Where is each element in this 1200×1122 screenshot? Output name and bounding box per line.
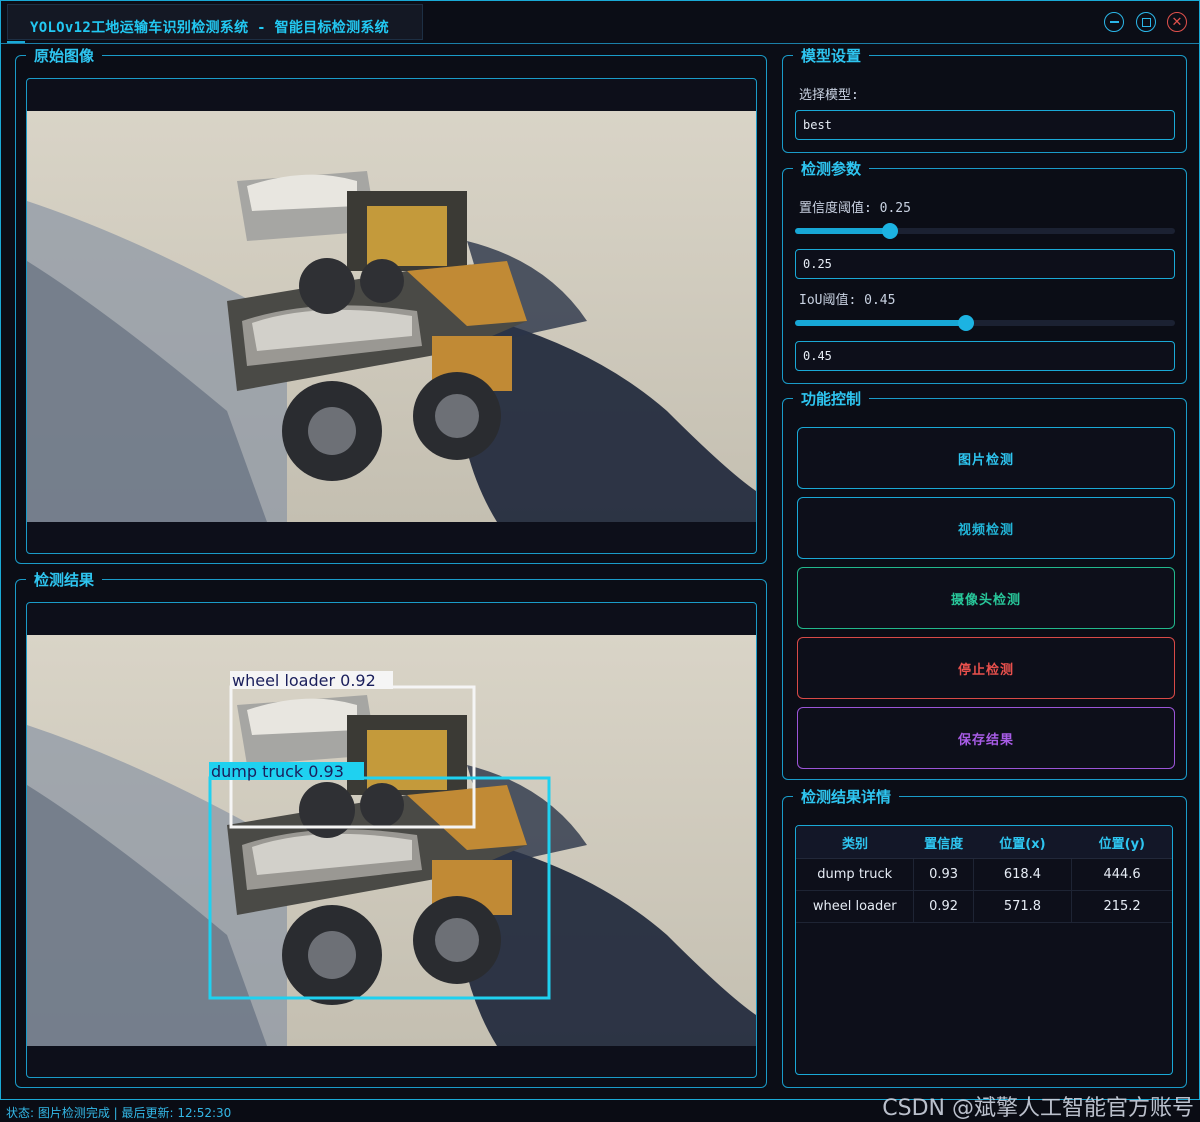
- function-control-title: 功能控制: [793, 389, 870, 409]
- cell-class: dump truck: [796, 858, 915, 891]
- mining-scene-result-image: wheel loader 0.92 dump truck 0.93: [27, 635, 756, 1046]
- minimize-icon: [1109, 21, 1119, 23]
- model-settings-title: 模型设置: [793, 46, 870, 66]
- results-table-header: 类别 置信度 位置(x) 位置(y): [796, 826, 1172, 859]
- function-control-group: 功能控制 图片检测 视频检测 摄像头检测 停止检测 保存结果: [782, 389, 1187, 780]
- original-image: [27, 111, 756, 522]
- cell-x: 618.4: [973, 858, 1073, 891]
- detection-params-group: 检测参数 置信度阈值: 0.25 0.25 IoU阈值: 0.45 0.45: [782, 159, 1187, 384]
- model-select[interactable]: best: [795, 110, 1175, 140]
- status-bar: 状态: 图片检测完成 | 最后更新: 12:52:30: [6, 1106, 232, 1120]
- table-row[interactable]: dump truck 0.93 618.4 444.6: [796, 858, 1172, 891]
- column-confidence[interactable]: 置信度: [913, 826, 974, 859]
- mining-scene-image: [27, 111, 756, 522]
- stop-detect-button[interactable]: 停止检测: [797, 637, 1175, 699]
- iou-slider-handle[interactable]: [958, 315, 974, 331]
- title-accent: [7, 41, 25, 43]
- confidence-slider-handle[interactable]: [882, 223, 898, 239]
- video-detect-button[interactable]: 视频检测: [797, 497, 1175, 559]
- save-result-label: 保存结果: [957, 732, 1014, 748]
- camera-detect-button[interactable]: 摄像头检测: [797, 567, 1175, 629]
- close-icon: ✕: [1171, 14, 1183, 30]
- detection-details-group: 检测结果详情 类别 置信度 位置(x) 位置(y) dump truck 0.9…: [782, 787, 1187, 1088]
- camera-detect-label: 摄像头检测: [950, 592, 1021, 608]
- model-select-label: 选择模型:: [799, 88, 859, 103]
- column-class[interactable]: 类别: [796, 826, 914, 859]
- cell-y: 444.6: [1071, 858, 1172, 891]
- cell-confidence: 0.92: [913, 890, 974, 923]
- model-settings-group: 模型设置 选择模型: best: [782, 46, 1187, 153]
- confidence-slider-fill: [795, 228, 890, 234]
- cell-y: 215.2: [1071, 890, 1172, 923]
- result-image-frame: wheel loader 0.92 dump truck 0.93: [26, 602, 757, 1078]
- original-image-title: 原始图像: [26, 46, 103, 66]
- column-x[interactable]: 位置(x): [973, 826, 1072, 859]
- video-detect-label: 视频检测: [957, 522, 1014, 538]
- cell-confidence: 0.93: [913, 858, 974, 891]
- results-table-container[interactable]: 类别 置信度 位置(x) 位置(y) dump truck 0.93 618.4…: [795, 825, 1173, 1075]
- detection-result-group: 检测结果 wheel loader 0.92 dump truck 0.93: [15, 570, 767, 1088]
- original-image-frame: [26, 78, 757, 554]
- results-table: 类别 置信度 位置(x) 位置(y) dump truck 0.93 618.4…: [796, 826, 1172, 923]
- table-row[interactable]: wheel loader 0.92 571.8 215.2: [796, 890, 1172, 923]
- window-title: YOLOv12工地运输车识别检测系统 - 智能目标检测系统: [30, 20, 389, 36]
- iou-input[interactable]: 0.45: [795, 341, 1175, 371]
- column-y[interactable]: 位置(y): [1071, 826, 1172, 859]
- confidence-input[interactable]: 0.25: [795, 249, 1175, 279]
- title-box: YOLOv12工地运输车识别检测系统 - 智能目标检测系统: [7, 4, 423, 40]
- cell-class: wheel loader: [796, 890, 915, 923]
- detection-result-title: 检测结果: [26, 570, 103, 590]
- result-image: wheel loader 0.92 dump truck 0.93: [27, 635, 756, 1046]
- confidence-label: 置信度阈值: 0.25: [799, 201, 911, 216]
- iou-slider-fill: [795, 320, 966, 326]
- stop-detect-label: 停止检测: [957, 662, 1014, 678]
- iou-slider[interactable]: [795, 315, 1175, 331]
- title-bar[interactable]: YOLOv12工地运输车识别检测系统 - 智能目标检测系统 ✕: [1, 1, 1199, 44]
- watermark: CSDN @斌擎人工智能官方账号: [882, 1096, 1194, 1121]
- detection-details-title: 检测结果详情: [793, 787, 900, 807]
- original-image-group: 原始图像: [15, 46, 767, 564]
- image-detect-label: 图片检测: [957, 452, 1014, 468]
- maximize-button[interactable]: [1136, 12, 1156, 32]
- confidence-slider[interactable]: [795, 223, 1175, 239]
- main-window: YOLOv12工地运输车识别检测系统 - 智能目标检测系统 ✕ 原始图像 检测结…: [0, 0, 1200, 1100]
- save-result-button[interactable]: 保存结果: [797, 707, 1175, 769]
- cell-x: 571.8: [973, 890, 1073, 923]
- maximize-icon: [1141, 17, 1151, 27]
- dump-truck-label: dump truck 0.93: [211, 762, 344, 781]
- close-button[interactable]: ✕: [1167, 12, 1187, 32]
- minimize-button[interactable]: [1104, 12, 1124, 32]
- detection-params-title: 检测参数: [793, 159, 870, 179]
- iou-label: IoU阈值: 0.45: [799, 293, 896, 308]
- wheel-loader-label: wheel loader 0.92: [232, 671, 376, 690]
- image-detect-button[interactable]: 图片检测: [797, 427, 1175, 489]
